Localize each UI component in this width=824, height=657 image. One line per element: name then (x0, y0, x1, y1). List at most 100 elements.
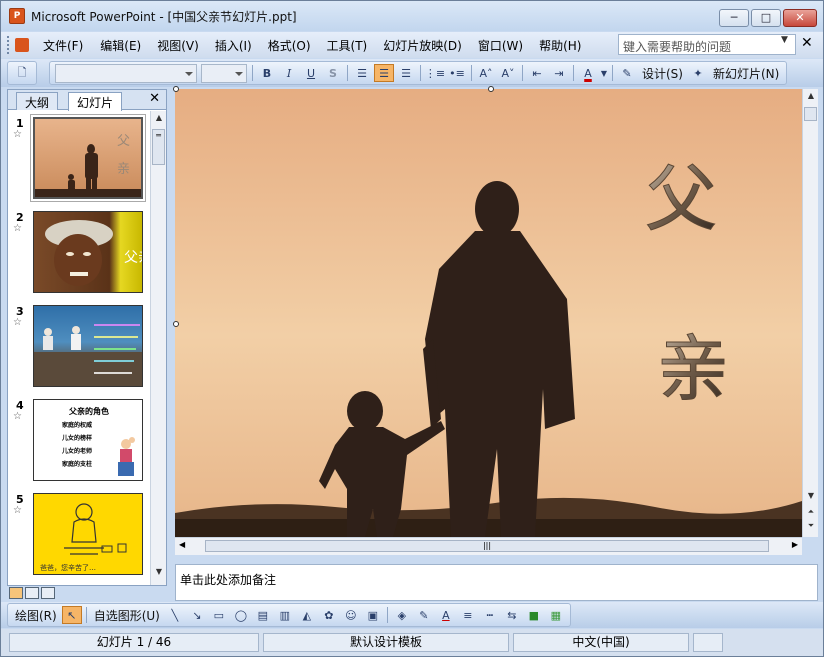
menu-insert[interactable]: 插入(I) (215, 37, 252, 54)
slide-vertical-scrollbar[interactable]: ▲ ▼ ⏶ ⏷ (802, 89, 818, 537)
cartoon-father-drawing-thumbnail: 爸爸，您辛苦了… (40, 503, 127, 572)
picture-tool-icon[interactable]: ▣ (363, 606, 383, 624)
font-size-combo[interactable] (201, 63, 247, 83)
decrease-indent-icon[interactable]: ⇤ (527, 64, 547, 82)
decrease-font-icon[interactable]: A˅ (498, 64, 518, 82)
draw-font-color-icon[interactable]: A (436, 606, 456, 624)
menu-edit[interactable]: 编辑(E) (100, 37, 141, 54)
powerpoint-app-icon[interactable]: P (9, 8, 25, 24)
slide-title-char-1[interactable]: 父 (645, 157, 718, 242)
slideshow-view-icon[interactable] (41, 587, 55, 599)
status-language: 中文(中国) (513, 633, 689, 652)
slide-horizontal-scrollbar[interactable]: ◀ ||| ▶ (175, 537, 802, 555)
menu-view[interactable]: 视图(V) (157, 37, 199, 54)
scroll-up-icon[interactable]: ▲ (805, 91, 817, 105)
select-pointer-icon[interactable]: ↖ (61, 606, 82, 624)
tab-slides[interactable]: 幻灯片 (68, 92, 123, 111)
slides-pane-scrollbar[interactable]: ▲ ═ ▼ (150, 111, 166, 585)
help-dropdown-icon[interactable]: ▼ (781, 35, 788, 45)
maximize-button[interactable]: □ (751, 9, 781, 27)
slides-pane: 大纲 幻灯片 ✕ 1 ☆ 父 亲 2 ☆ 父 3 ☆ 4 ☆ 父亲的角色 家庭的… (7, 89, 167, 586)
increase-indent-icon[interactable]: ⇥ (549, 64, 569, 82)
vertical-textbox-icon[interactable]: ▥ (275, 606, 295, 624)
scroll-up-icon[interactable]: ▲ (153, 113, 165, 127)
slide-title-char-2[interactable]: 亲 (657, 327, 730, 412)
slide-1-thumbnail[interactable]: 父 亲 (30, 114, 146, 202)
menubar-grip[interactable] (7, 36, 11, 54)
clipart-tool-icon[interactable]: ☺ (341, 606, 361, 624)
numbering-icon[interactable]: ⋮≡ (425, 64, 445, 82)
italic-button[interactable]: I (279, 64, 299, 82)
scroll-down-icon[interactable]: ▼ (153, 567, 165, 581)
slide-5-thumbnail[interactable]: 爸爸，您辛苦了… (33, 493, 143, 575)
align-center-icon[interactable]: ☰ (374, 64, 394, 82)
align-right-icon[interactable]: ☰ (396, 64, 416, 82)
minimize-button[interactable]: ─ (719, 9, 749, 27)
dash-style-icon[interactable]: ┅ (480, 606, 500, 624)
animation-star-icon: ☆ (13, 505, 22, 516)
slide-1-main: 父 亲 (175, 89, 802, 537)
document-close-button[interactable]: ✕ (801, 35, 813, 51)
fill-color-icon[interactable]: ◈ (392, 606, 412, 624)
slide-canvas[interactable]: 父 亲 (175, 89, 802, 537)
previous-slide-icon[interactable]: ⏶ (805, 507, 817, 521)
line-tool-icon[interactable]: ╲ (165, 606, 185, 624)
bold-button[interactable]: B (257, 64, 277, 82)
align-left-icon[interactable]: ☰ (352, 64, 372, 82)
slide-4-thumbnail[interactable]: 父亲的角色 家庭的权威 儿女的榜样 儿女的老师 家庭的支柱 (33, 399, 143, 481)
slide-sorter-view-icon[interactable] (25, 587, 39, 599)
arrow-tool-icon[interactable]: ↘ (187, 606, 207, 624)
textbox-tool-icon[interactable]: ▤ (253, 606, 273, 624)
new-slide-button[interactable]: 新幻灯片(N) (713, 65, 779, 82)
scroll-thumb[interactable] (804, 107, 817, 121)
help-search-input[interactable]: 键入需要帮助的问题 (618, 34, 796, 55)
new-document-icon[interactable]: 🗋 (12, 64, 32, 82)
draw-menu-button[interactable]: 绘图(R) (15, 607, 57, 624)
design-icon: ✎ (622, 66, 632, 80)
rectangle-tool-icon[interactable]: ▭ (209, 606, 229, 624)
menu-slideshow[interactable]: 幻灯片放映(D) (383, 37, 462, 54)
scroll-right-icon[interactable]: ▶ (792, 540, 798, 549)
line-style-icon[interactable]: ≡ (458, 606, 478, 624)
close-button[interactable]: ✕ (783, 9, 817, 27)
document-menu-icon[interactable] (15, 38, 29, 52)
menu-window[interactable]: 窗口(W) (478, 37, 523, 54)
scroll-thumb[interactable]: ||| (205, 540, 769, 552)
font-name-combo[interactable] (55, 63, 197, 83)
shadow-button[interactable]: S (323, 64, 343, 82)
oval-tool-icon[interactable]: ◯ (231, 606, 251, 624)
font-color-icon[interactable]: A (578, 64, 598, 82)
menu-tools[interactable]: 工具(T) (327, 37, 368, 54)
3d-style-icon[interactable]: ▦ (546, 606, 566, 624)
powerpoint-window: P Microsoft PowerPoint - [中国父亲节幻灯片.ppt] … (0, 0, 824, 657)
selection-handle[interactable] (488, 86, 494, 92)
menu-help[interactable]: 帮助(H) (539, 37, 581, 54)
autoshapes-menu-button[interactable]: 自选图形(U) (94, 607, 160, 624)
font-color-dropdown-icon[interactable]: ▼ (600, 64, 608, 82)
slide-3-thumbnail[interactable] (33, 305, 143, 387)
menu-file[interactable]: 文件(F) (43, 37, 83, 54)
design-button[interactable]: 设计(S) (642, 65, 683, 82)
slide-5-caption: 爸爸，您辛苦了… (40, 563, 96, 572)
tab-outline[interactable]: 大纲 (16, 92, 59, 110)
shadow-style-icon[interactable]: ■ (524, 606, 544, 624)
increase-font-icon[interactable]: A˄ (476, 64, 496, 82)
slide-2-thumbnail[interactable]: 父亲 (33, 211, 143, 293)
arrow-style-icon[interactable]: ⇆ (502, 606, 522, 624)
scroll-left-icon[interactable]: ◀ (179, 540, 185, 549)
line-color-icon[interactable]: ✎ (414, 606, 434, 624)
status-slide-info: 幻灯片 1 / 46 (9, 633, 259, 652)
selection-handle[interactable] (173, 321, 179, 327)
selection-handle[interactable] (173, 86, 179, 92)
menu-format[interactable]: 格式(O) (268, 37, 311, 54)
diagram-tool-icon[interactable]: ✿ (319, 606, 339, 624)
scroll-thumb[interactable]: ═ (152, 129, 165, 165)
pane-close-button[interactable]: ✕ (149, 91, 160, 106)
scroll-down-icon[interactable]: ▼ (805, 491, 817, 505)
underline-button[interactable]: U (301, 64, 321, 82)
normal-view-icon[interactable] (9, 587, 23, 599)
bullets-icon[interactable]: •≡ (447, 64, 467, 82)
notes-pane[interactable]: 单击此处添加备注 (175, 564, 818, 601)
wordart-tool-icon[interactable]: ◭ (297, 606, 317, 624)
next-slide-icon[interactable]: ⏷ (805, 521, 817, 535)
